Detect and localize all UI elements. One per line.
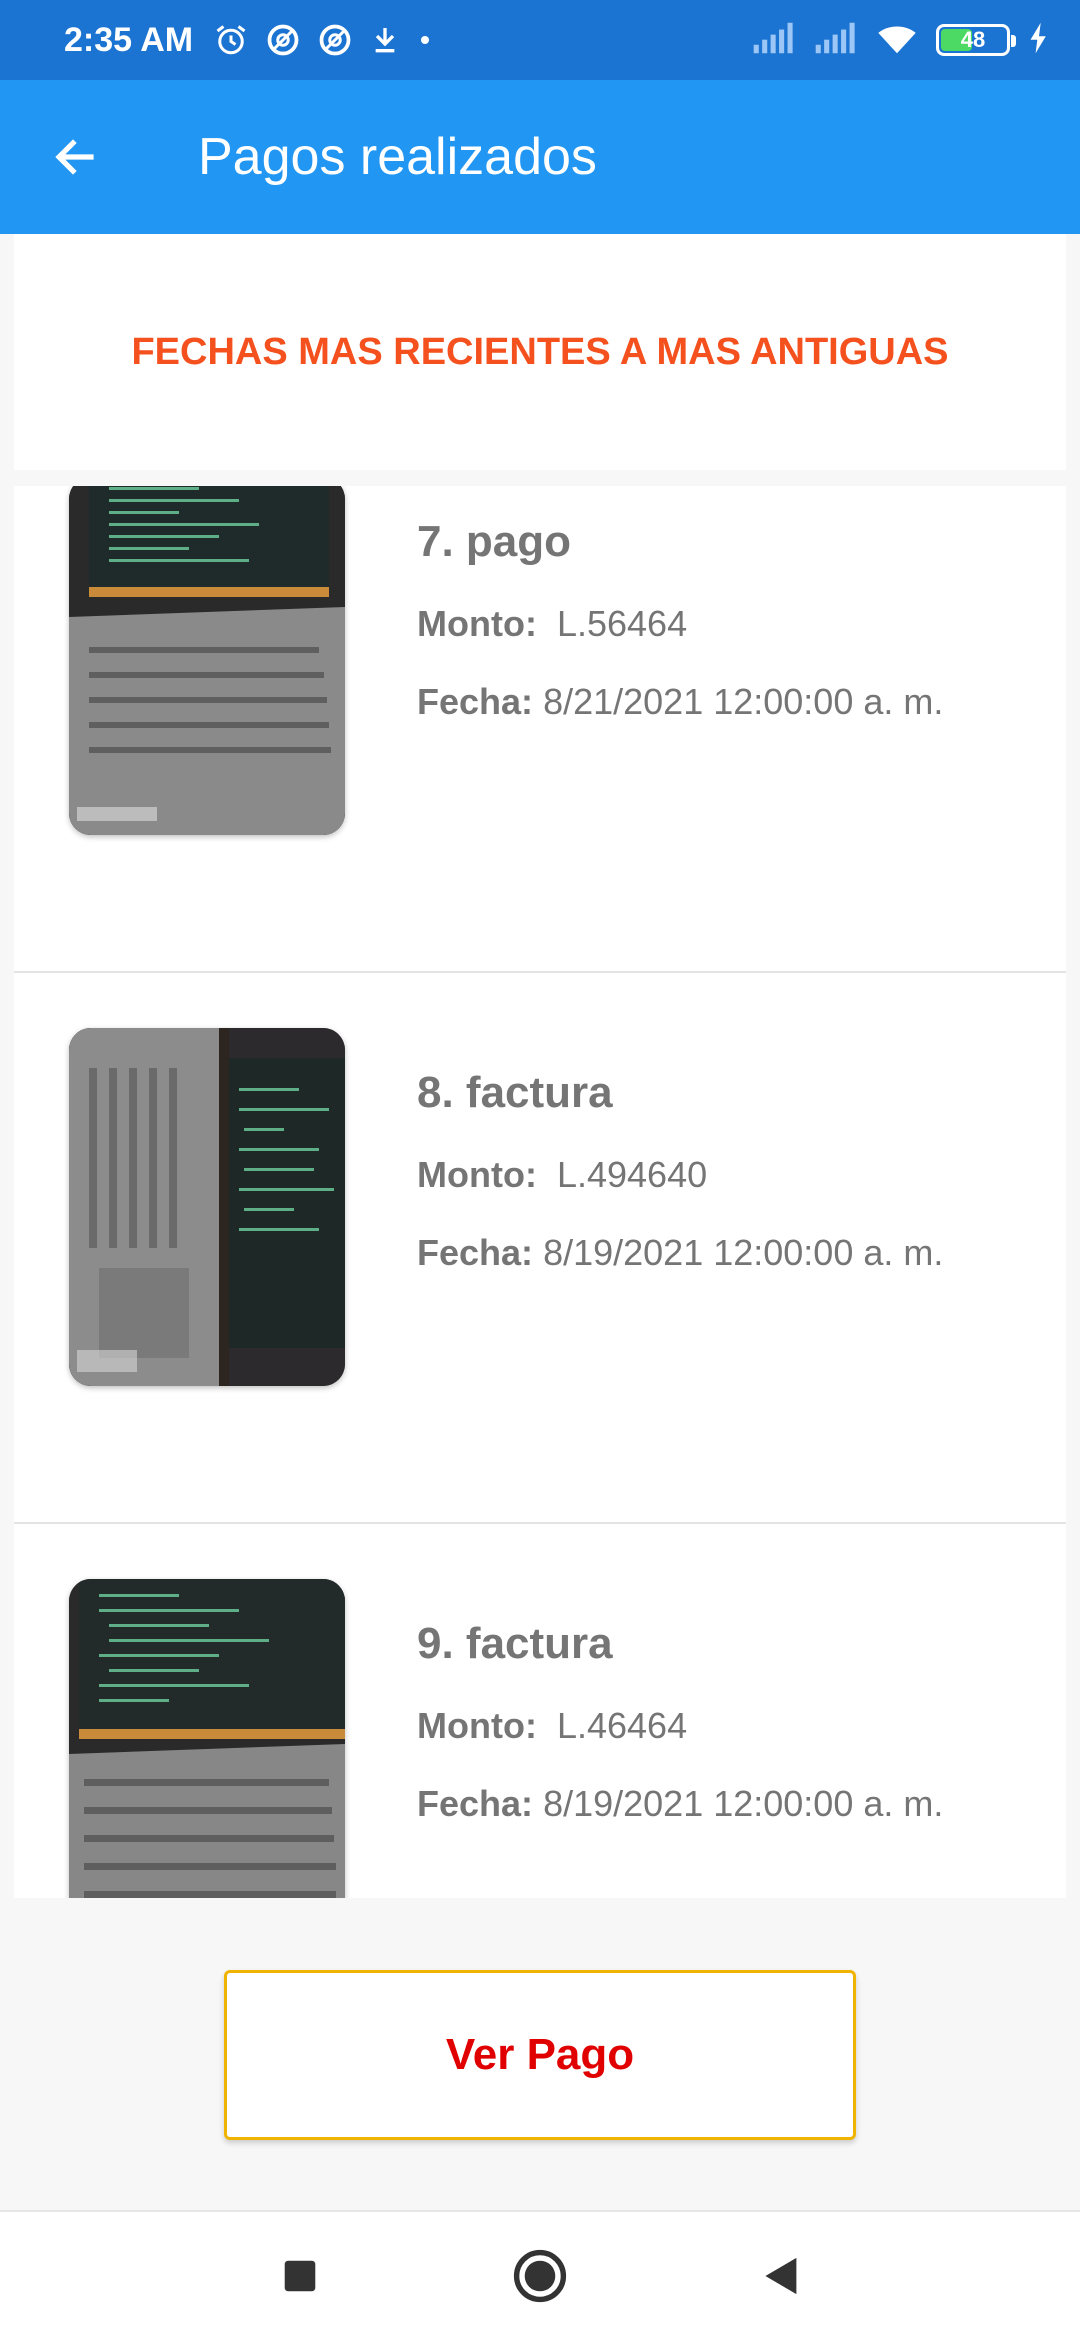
square-icon [284,2260,316,2292]
sort-banner-text: FECHAS MAS RECIENTES A MAS ANTIGUAS [131,330,949,373]
list-item[interactable]: 8. factura Monto: L.494640 Fecha: 8/19/2… [14,973,1066,1524]
date-label: Fecha: [417,681,534,722]
circle-icon [513,2249,567,2303]
list-item[interactable]: 9. factura Monto: L.46464 Fecha: 8/19/20… [14,1524,1066,1898]
status-icons-right: 48 [752,21,1050,60]
payment-date: Fecha: 8/21/2021 12:00:00 a. m. [417,676,943,728]
battery-level: 48 [960,27,986,52]
alarm-icon [213,22,249,58]
payment-title: 9. factura [417,1619,613,1668]
data-saver-icon [317,22,353,58]
amount-label: Monto: [417,1705,537,1746]
date-value: 8/21/2021 12:00:00 a. m. [543,681,944,722]
status-time: 2:35 AM [64,20,194,59]
payment-title: 8. factura [417,1068,613,1117]
date-label: Fecha: [417,1783,534,1824]
payment-title: 7. pago [417,517,572,566]
recents-button[interactable] [270,2246,330,2306]
home-button[interactable] [510,2246,570,2306]
amount-label: Monto: [417,603,537,644]
amount-label: Monto: [417,1154,537,1195]
navigation-bar [0,2210,1080,2340]
signal-icon [814,21,858,60]
payment-amount: Monto: L.494640 [417,1149,943,1201]
battery-icon: 48 [936,24,1016,56]
amount-value: L.46464 [556,1705,688,1746]
date-value: 8/19/2021 12:00:00 a. m. [543,1783,944,1824]
payments-list[interactable]: 7. pago Monto: L.56464 Fecha: 8/21/2021 … [14,486,1066,1898]
app-bar: Pagos realizados [0,80,1080,234]
status-icons-left [213,22,433,58]
sort-banner: FECHAS MAS RECIENTES A MAS ANTIGUAS [14,234,1066,470]
payment-date: Fecha: 8/19/2021 12:00:00 a. m. [417,1778,943,1830]
date-label: Fecha: [417,1232,534,1273]
triangle-back-icon [765,2257,797,2295]
ver-pago-button[interactable]: Ver Pago [224,1970,856,2140]
payment-details: 7. pago Monto: L.56464 Fecha: 8/21/2021 … [417,512,943,754]
back-nav-button[interactable] [750,2246,810,2306]
payment-image [69,1028,345,1386]
payment-image [69,1579,345,1898]
status-bar: 2:35 AM 48 [0,0,1080,80]
data-saver-icon [265,22,301,58]
payment-details: 8. factura Monto: L.494640 Fecha: 8/19/2… [417,1063,943,1305]
arrow-left-icon [55,139,94,175]
charging-icon [1028,21,1050,60]
page-title: Pagos realizados [198,128,597,186]
wifi-icon [876,21,918,60]
payment-date: Fecha: 8/19/2021 12:00:00 a. m. [417,1227,943,1279]
list-item[interactable]: 7. pago Monto: L.56464 Fecha: 8/21/2021 … [14,486,1066,973]
back-button[interactable] [0,80,150,234]
signal-icon [752,21,796,60]
download-icon [369,24,401,56]
amount-value: L.56464 [556,603,688,644]
payment-amount: Monto: L.56464 [417,598,943,650]
amount-value: L.494640 [556,1154,708,1195]
payment-amount: Monto: L.46464 [417,1700,943,1752]
payment-image [69,486,345,835]
date-value: 8/19/2021 12:00:00 a. m. [543,1232,944,1273]
payment-details: 9. factura Monto: L.46464 Fecha: 8/19/20… [417,1614,943,1856]
dot-icon [417,32,433,48]
